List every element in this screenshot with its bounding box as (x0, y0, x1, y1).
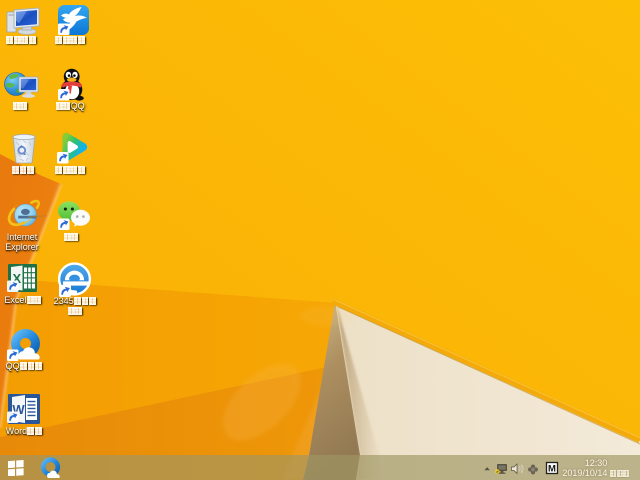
svg-text:M: M (548, 464, 556, 475)
